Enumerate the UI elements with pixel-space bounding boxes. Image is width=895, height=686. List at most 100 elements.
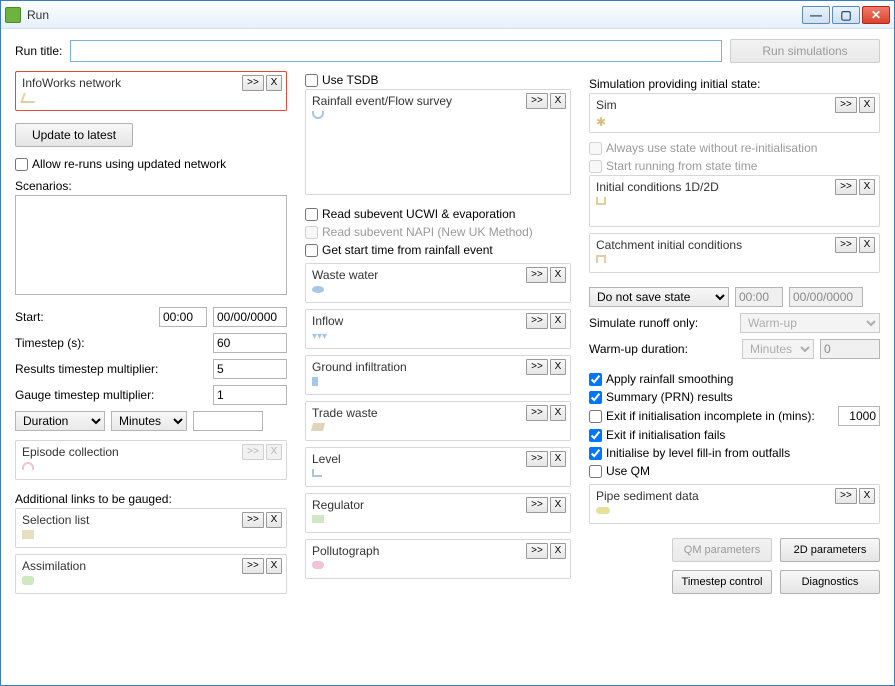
ground-inf-icon bbox=[312, 377, 318, 386]
gauge-mult-label: Gauge timestep multiplier: bbox=[15, 388, 207, 402]
selection-clear-button[interactable]: X bbox=[266, 512, 282, 528]
level-icon bbox=[312, 469, 322, 477]
trade-waste-clear-button[interactable]: X bbox=[550, 405, 566, 421]
level-browse-button[interactable]: >> bbox=[526, 451, 548, 467]
ground-inf-clear-button[interactable]: X bbox=[550, 359, 566, 375]
read-ucwi-checkbox[interactable]: Read subevent UCWI & evaporation bbox=[305, 207, 571, 221]
qm-parameters-button[interactable]: QM parameters bbox=[672, 538, 772, 562]
pipe-sediment-clear-button[interactable]: X bbox=[859, 488, 875, 504]
rainfall-browse-button[interactable]: >> bbox=[526, 93, 548, 109]
duration-mode-select[interactable]: Duration bbox=[15, 411, 105, 431]
pipe-sediment-dropbox[interactable]: Pipe sediment data >>X bbox=[589, 484, 880, 524]
ground-inf-browse-button[interactable]: >> bbox=[526, 359, 548, 375]
pollutograph-dropbox[interactable]: Pollutograph >>X bbox=[305, 539, 571, 579]
assimilation-browse-button[interactable]: >> bbox=[242, 558, 264, 574]
run-dialog-window: Run — ▢ ✕ Run title: Run simulations Inf… bbox=[0, 0, 895, 686]
window-title: Run bbox=[27, 8, 802, 22]
rainfall-dropbox[interactable]: Rainfall event/Flow survey >> X bbox=[305, 89, 571, 195]
additional-links-label: Additional links to be gauged: bbox=[15, 492, 287, 506]
minimize-button[interactable]: — bbox=[802, 6, 830, 24]
initial-cond-clear-button[interactable]: X bbox=[859, 179, 875, 195]
gauge-mult-input[interactable] bbox=[213, 385, 287, 405]
diagnostics-button[interactable]: Diagnostics bbox=[780, 570, 880, 594]
timestep-control-button[interactable]: Timestep control bbox=[672, 570, 772, 594]
duration-value-input[interactable] bbox=[193, 411, 263, 431]
close-button[interactable]: ✕ bbox=[862, 6, 890, 24]
pipe-sediment-browse-button[interactable]: >> bbox=[835, 488, 857, 504]
inflow-dropbox[interactable]: Inflow >>X ▾▾▾ bbox=[305, 309, 571, 349]
episode-browse-button: >> bbox=[242, 444, 264, 460]
inflow-browse-button[interactable]: >> bbox=[526, 313, 548, 329]
assimilation-dropbox[interactable]: Assimilation >> X bbox=[15, 554, 287, 594]
level-dropbox[interactable]: Level >>X bbox=[305, 447, 571, 487]
init-level-fill-checkbox[interactable]: Initialise by level fill-in from outfall… bbox=[589, 446, 880, 460]
exit-incomplete-checkbox[interactable]: Exit if initialisation incomplete in (mi… bbox=[589, 409, 832, 423]
read-napi-checkbox: Read subevent NAPI (New UK Method) bbox=[305, 225, 571, 239]
waste-water-dropbox[interactable]: Waste water >>X bbox=[305, 263, 571, 303]
summary-prn-checkbox[interactable]: Summary (PRN) results bbox=[589, 390, 880, 404]
episode-clear-button: X bbox=[266, 444, 282, 460]
always-use-state-checkbox: Always use state without re-initialisati… bbox=[589, 141, 880, 155]
scenarios-listbox[interactable] bbox=[15, 195, 287, 295]
trade-waste-icon bbox=[311, 423, 325, 431]
trade-waste-browse-button[interactable]: >> bbox=[526, 405, 548, 421]
allow-reruns-checkbox[interactable]: Allow re-runs using updated network bbox=[15, 157, 287, 171]
use-tsdb-checkbox[interactable]: Use TSDB bbox=[305, 73, 571, 87]
waste-water-icon bbox=[312, 286, 324, 293]
waste-water-browse-button[interactable]: >> bbox=[526, 267, 548, 283]
exit-incomplete-value-input[interactable] bbox=[838, 406, 880, 426]
client-area: Run title: Run simulations InfoWorks net… bbox=[1, 29, 894, 685]
simulate-runoff-select: Warm-up bbox=[740, 313, 880, 333]
regulator-clear-button[interactable]: X bbox=[550, 497, 566, 513]
sim-dropbox[interactable]: Sim >>X ✱ bbox=[589, 93, 880, 133]
pipe-sediment-icon bbox=[596, 507, 610, 514]
selection-list-dropbox[interactable]: Selection list >> X bbox=[15, 508, 287, 548]
maximize-button[interactable]: ▢ bbox=[832, 6, 860, 24]
exit-fails-checkbox[interactable]: Exit if initialisation fails bbox=[589, 428, 880, 442]
pollutograph-clear-button[interactable]: X bbox=[550, 543, 566, 559]
timestep-input[interactable] bbox=[213, 333, 287, 353]
selection-browse-button[interactable]: >> bbox=[242, 512, 264, 528]
sim-browse-button[interactable]: >> bbox=[835, 97, 857, 113]
use-qm-checkbox[interactable]: Use QM bbox=[589, 464, 880, 478]
start-date-input[interactable] bbox=[213, 307, 287, 327]
ground-infiltration-dropbox[interactable]: Ground infiltration >>X bbox=[305, 355, 571, 395]
assimilation-clear-button[interactable]: X bbox=[266, 558, 282, 574]
start-label: Start: bbox=[15, 310, 153, 324]
rainfall-clear-button[interactable]: X bbox=[550, 93, 566, 109]
duration-unit-select[interactable]: Minutes bbox=[111, 411, 187, 431]
apply-smoothing-checkbox[interactable]: Apply rainfall smoothing bbox=[589, 372, 880, 386]
run-title-input[interactable] bbox=[70, 40, 722, 62]
initial-conditions-dropbox[interactable]: Initial conditions 1D/2D >>X bbox=[589, 175, 880, 227]
catchment-cond-clear-button[interactable]: X bbox=[859, 237, 875, 253]
initial-cond-browse-button[interactable]: >> bbox=[835, 179, 857, 195]
save-state-select[interactable]: Do not save state bbox=[589, 287, 729, 307]
2d-parameters-button[interactable]: 2D parameters bbox=[780, 538, 880, 562]
run-simulations-button[interactable]: Run simulations bbox=[730, 39, 880, 63]
trade-waste-dropbox[interactable]: Trade waste >>X bbox=[305, 401, 571, 441]
run-title-label: Run title: bbox=[15, 44, 62, 58]
scenarios-label: Scenarios: bbox=[15, 179, 287, 193]
update-to-latest-button[interactable]: Update to latest bbox=[15, 123, 133, 147]
window-buttons: — ▢ ✕ bbox=[802, 6, 890, 24]
get-start-time-checkbox[interactable]: Get start time from rainfall event bbox=[305, 243, 571, 257]
inflow-clear-button[interactable]: X bbox=[550, 313, 566, 329]
regulator-browse-button[interactable]: >> bbox=[526, 497, 548, 513]
timestep-label: Timestep (s): bbox=[15, 336, 207, 350]
infoworks-network-dropbox[interactable]: InfoWorks network >> X bbox=[15, 71, 287, 111]
start-time-input[interactable] bbox=[159, 307, 207, 327]
episode-collection-dropbox: Episode collection >> X bbox=[15, 440, 287, 480]
inflow-icon: ▾▾▾ bbox=[312, 331, 326, 341]
catchment-conditions-dropbox[interactable]: Catchment initial conditions >>X bbox=[589, 233, 880, 273]
results-mult-input[interactable] bbox=[213, 359, 287, 379]
pollutograph-browse-button[interactable]: >> bbox=[526, 543, 548, 559]
results-mult-label: Results timestep multiplier: bbox=[15, 362, 207, 376]
catchment-cond-browse-button[interactable]: >> bbox=[835, 237, 857, 253]
level-clear-button[interactable]: X bbox=[550, 451, 566, 467]
network-clear-button[interactable]: X bbox=[266, 75, 282, 91]
regulator-dropbox[interactable]: Regulator >>X bbox=[305, 493, 571, 533]
sim-clear-button[interactable]: X bbox=[859, 97, 875, 113]
episode-icon bbox=[22, 462, 34, 470]
waste-water-clear-button[interactable]: X bbox=[550, 267, 566, 283]
network-browse-button[interactable]: >> bbox=[242, 75, 264, 91]
